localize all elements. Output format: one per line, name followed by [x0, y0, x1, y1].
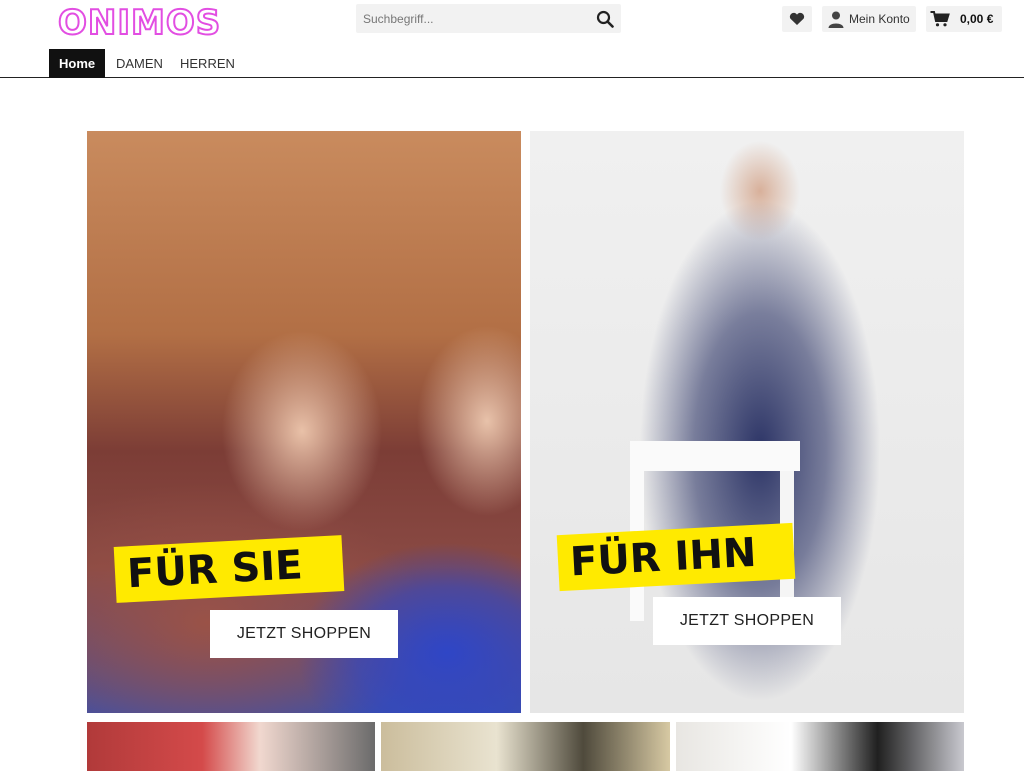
promo-women[interactable]: FÜR SIE JETZT SHOPPEN	[87, 131, 521, 713]
cart-total: 0,00 €	[960, 12, 994, 26]
account-button[interactable]: Mein Konto	[822, 6, 916, 32]
search-button[interactable]	[593, 7, 617, 31]
nav-item-home[interactable]: Home	[49, 49, 106, 78]
cart-icon	[930, 11, 950, 27]
cart-button[interactable]: 0,00 €	[926, 6, 1002, 32]
promo-women-tag: FÜR SIE	[113, 535, 345, 603]
category-thumbnails	[87, 722, 964, 771]
nav-item-herren[interactable]: HERREN	[170, 49, 245, 78]
promo-men[interactable]: FÜR IHN JETZT SHOPPEN	[530, 131, 964, 713]
heart-icon	[789, 12, 805, 25]
search-icon	[596, 10, 614, 28]
search-input[interactable]	[356, 4, 586, 33]
nav-item-damen[interactable]: DAMEN	[106, 49, 173, 78]
user-icon	[828, 11, 844, 28]
category-thumbnail[interactable]	[381, 722, 670, 771]
account-label: Mein Konto	[849, 12, 910, 26]
category-thumbnail[interactable]	[87, 722, 376, 771]
shop-men-button[interactable]: JETZT SHOPPEN	[653, 597, 841, 645]
shop-women-button[interactable]: JETZT SHOPPEN	[210, 610, 398, 658]
wishlist-button[interactable]	[782, 6, 812, 32]
category-thumbnail[interactable]	[675, 722, 964, 771]
chair-image	[630, 441, 800, 471]
site-header: ONIMOS Mein Konto 0,00 €	[0, 0, 1024, 48]
promo-men-tag: FÜR IHN	[556, 522, 796, 592]
brand-logo[interactable]: ONIMOS	[57, 2, 221, 44]
search-bar	[356, 4, 621, 33]
main-nav: Home DAMEN HERREN	[0, 48, 1024, 78]
